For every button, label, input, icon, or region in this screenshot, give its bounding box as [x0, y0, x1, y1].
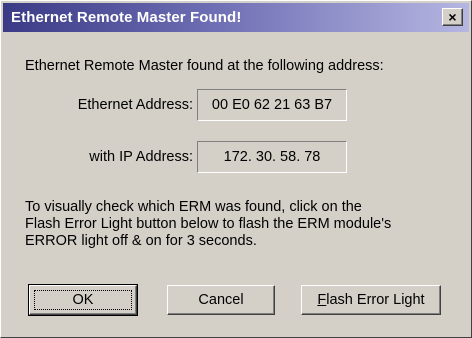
flash-error-light-button[interactable]: Flash Error Light	[301, 285, 441, 315]
ok-button-label: OK	[72, 292, 94, 308]
ok-button[interactable]: OK	[28, 284, 138, 316]
description-line: ERROR light off & on for 3 seconds.	[25, 233, 257, 249]
dialog-title: Ethernet Remote Master Found!	[11, 9, 242, 26]
close-icon: ×	[448, 9, 457, 25]
ip-address-field: 172. 30. 58. 78	[197, 141, 347, 173]
title-bar[interactable]: Ethernet Remote Master Found! ×	[3, 3, 469, 32]
dialog-window: Ethernet Remote Master Found! × Ethernet…	[0, 0, 472, 338]
cancel-button[interactable]: Cancel	[167, 285, 275, 315]
flash-button-label: Flash Error Light	[317, 292, 424, 308]
ip-address-label: with IP Address:	[89, 149, 193, 165]
description-line: To visually check which ERM was found, c…	[25, 199, 362, 215]
ethernet-address-label: Ethernet Address:	[77, 97, 193, 113]
intro-text: Ethernet Remote Master found at the foll…	[25, 58, 384, 74]
description-line: Flash Error Light button below to flash …	[25, 216, 392, 232]
close-button[interactable]: ×	[442, 8, 463, 26]
description-text: To visually check which ERM was found, c…	[25, 199, 391, 250]
flash-button-mnemonic: F	[317, 292, 327, 308]
cancel-button-label: Cancel	[198, 292, 244, 308]
ethernet-address-field: 00 E0 62 21 63 B7	[197, 89, 347, 121]
flash-button-label-rest: lash Error Light	[326, 292, 425, 308]
